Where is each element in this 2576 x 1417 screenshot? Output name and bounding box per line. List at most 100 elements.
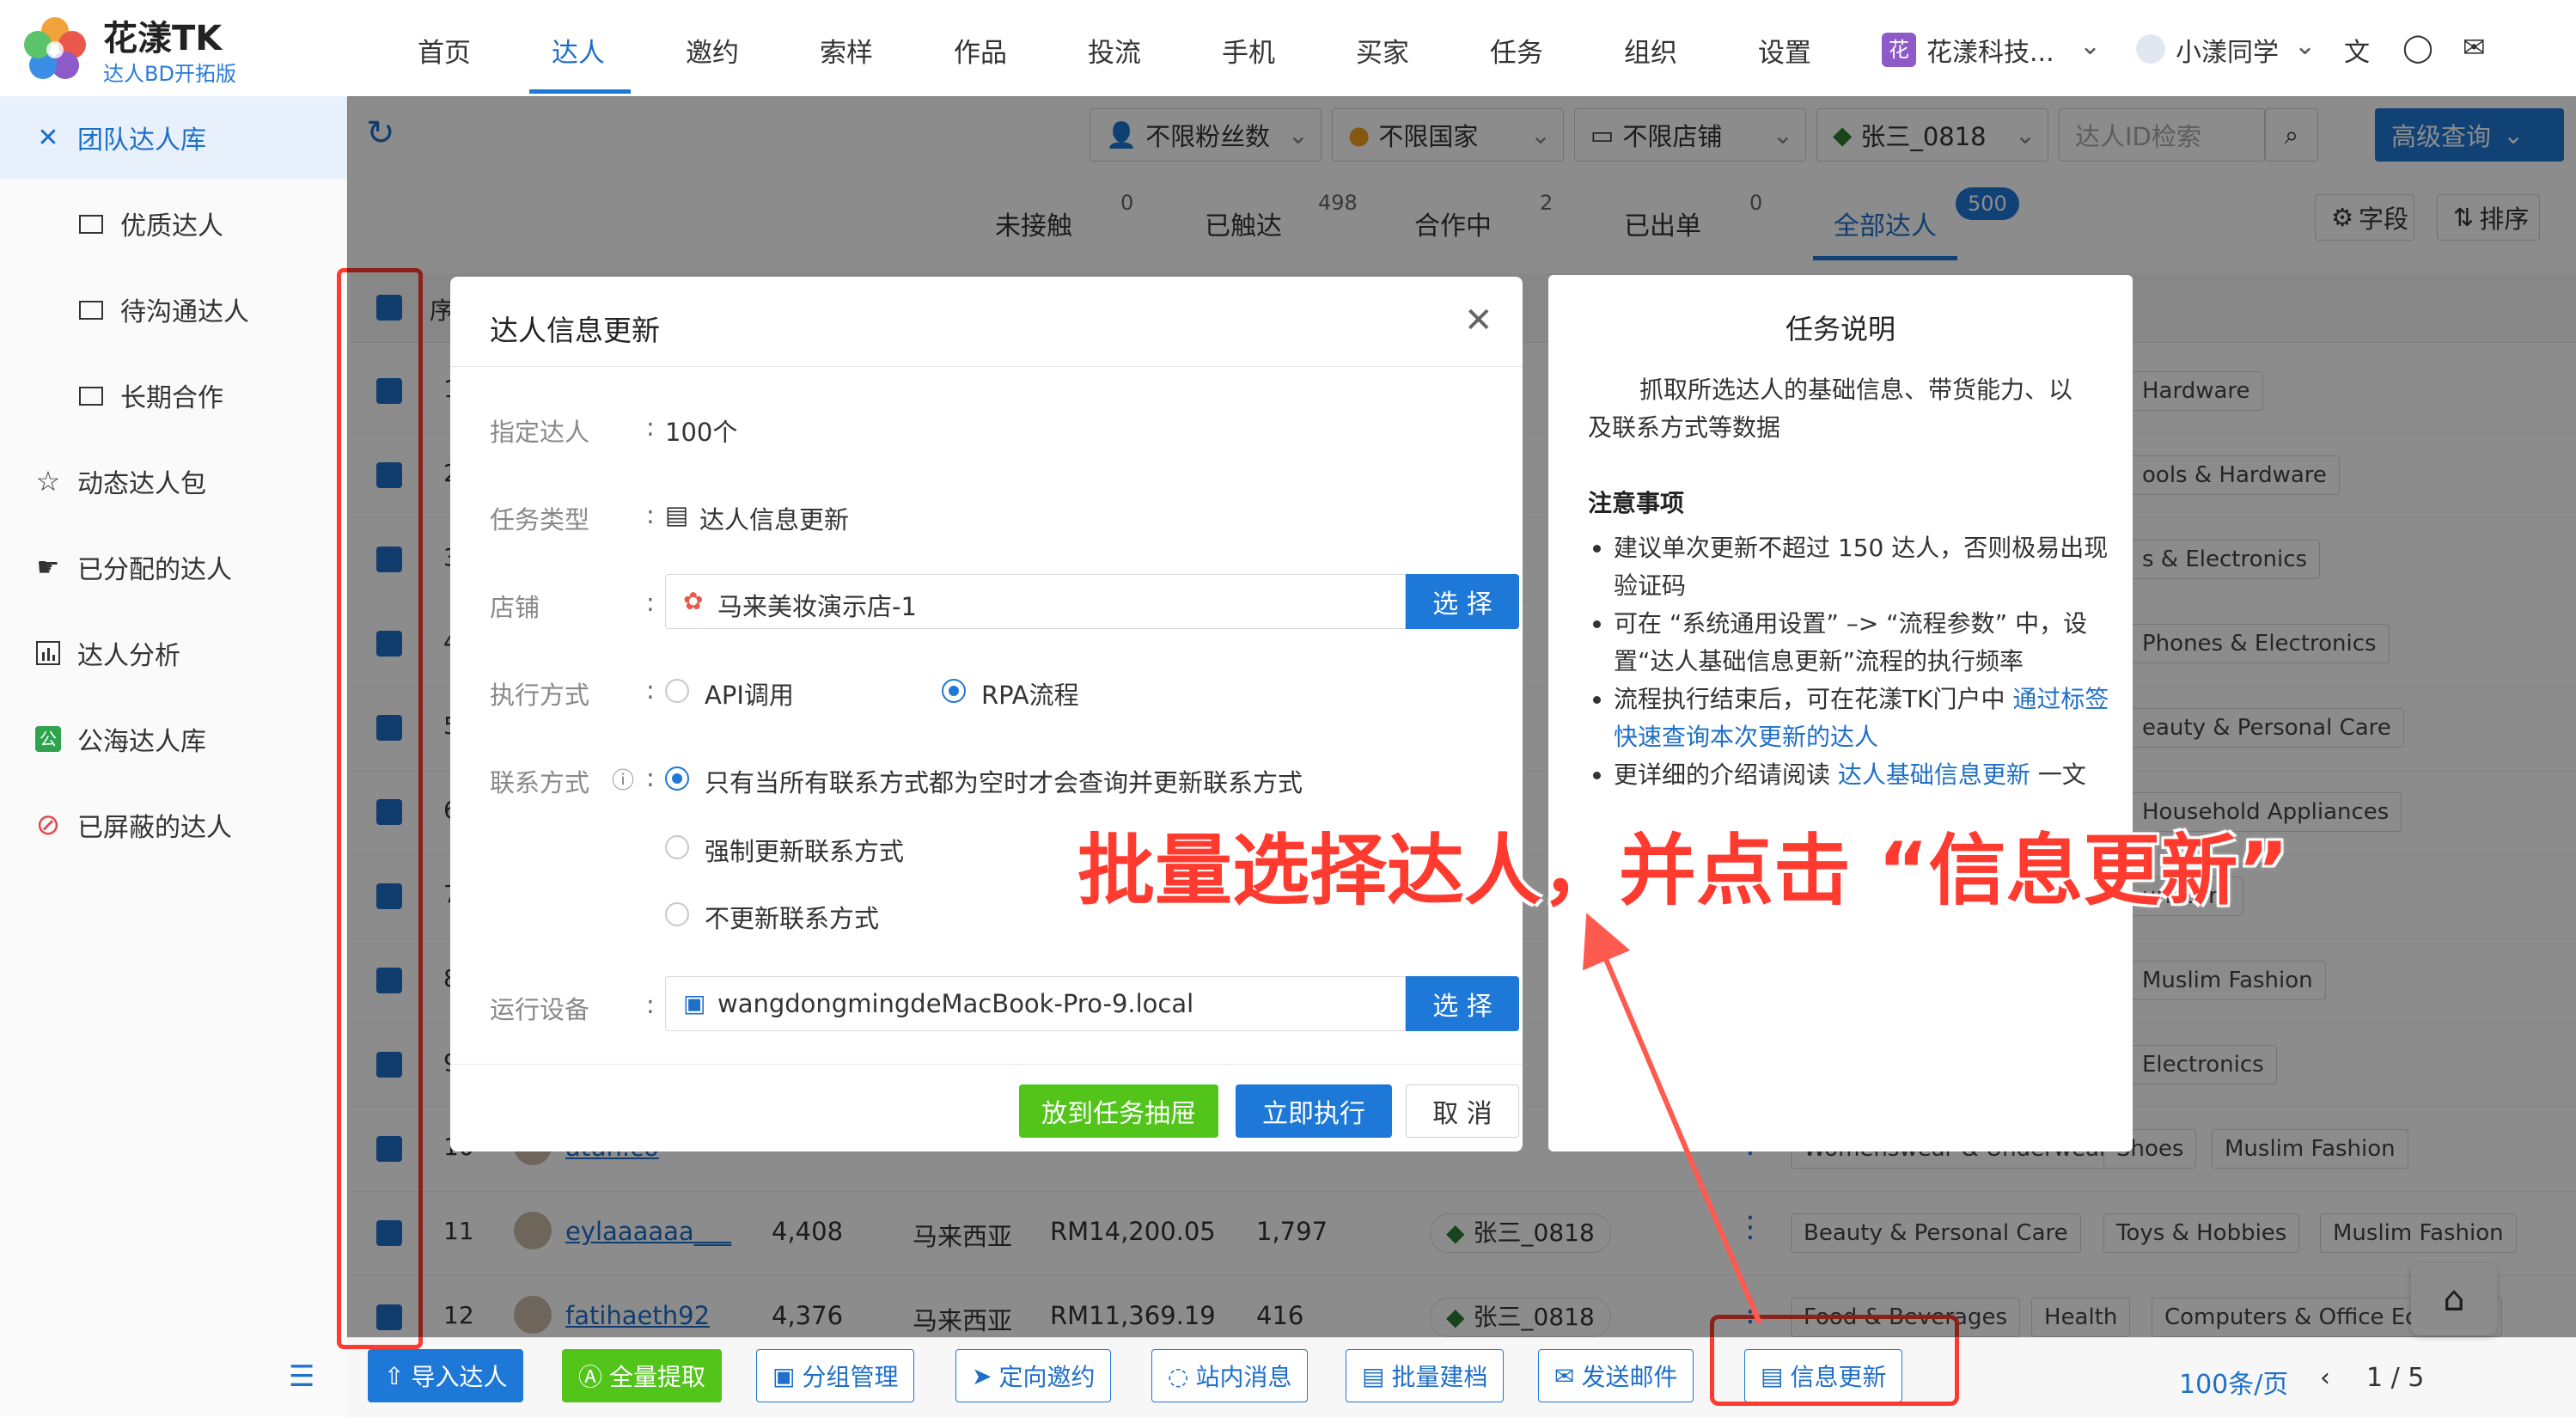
exec-rpa-label: RPA流程 [981,681,1079,710]
contact-opt2-radio[interactable] [665,835,689,859]
email-icon: ✉ [1554,1361,1575,1390]
exec-rpa-radio[interactable] [942,679,966,703]
site-message-button[interactable]: ◌ 站内消息 [1151,1349,1309,1402]
nav-task[interactable]: 任务 [1490,31,1543,70]
avatar [2136,34,2165,64]
sidebar-item-longterm[interactable]: 长期合作 [0,354,347,437]
note-item: 流程执行结束后，可在花漾TK门户中 通过标签快速查询本次更新的达人 [1614,681,2121,756]
chart-icon [31,636,65,670]
cancel-button[interactable]: 取 消 [1406,1084,1519,1138]
sidebar-item-assigned[interactable]: ☛ 已分配的达人 [0,526,347,608]
sidebar-item-label: 优质达人 [120,211,223,241]
brand-subtitle: 达人BD开拓版 [103,62,236,86]
nav-ads[interactable]: 投流 [1088,31,1141,70]
task-type-value: 达人信息更新 [699,505,850,534]
batch-profile-button[interactable]: ▤ 批量建档 [1346,1349,1505,1402]
user-menu[interactable]: 小漾同学 [2176,31,2279,69]
sidebar-item-public[interactable]: 公 公海达人库 [0,698,347,780]
device-value: wangdongmingdeMacBook-Pro-9.local [717,989,1194,1018]
sidebar-item-label: 待沟通达人 [120,297,249,327]
ai-icon: Ⓐ [578,1363,603,1391]
nav-invite[interactable]: 邀约 [686,31,739,70]
nav-phone[interactable]: 手机 [1222,31,1275,70]
exec-api-label: API调用 [705,681,794,710]
sidebar-item-label: 长期合作 [120,383,223,413]
exec-mode-label: 执行方式 [490,681,590,710]
sidebar: ✕ 团队达人库 优质达人 待沟通达人 长期合作 ☆ 动态达人包 ☛ 已分配的达人… [0,96,348,1416]
company-switcher[interactable]: 花漾科技... [1926,31,2054,69]
sidebar-item-label: 公海达人库 [77,727,206,757]
nav-works[interactable]: 作品 [954,31,1007,70]
nav-org[interactable]: 组织 [1624,31,1677,70]
notes-title: 注意事项 [1588,489,1685,517]
nav-home[interactable]: 首页 [418,31,471,70]
notes-list: 建议单次更新不超过 150 达人，否则极易出现验证码 可在 “系统通用设置” –… [1588,529,2121,794]
nav-buyer[interactable]: 买家 [1356,31,1409,70]
annotation-callout: 批量选择达人，并点击 “信息更新” [1077,826,2289,916]
target-value: 100个 [665,418,738,447]
group-icon: ▣ [772,1361,796,1390]
info-update-dialog: 达人信息更新 ✕ 指定达人 : 100个 任务类型 : ▤ 达人信息更新 店铺 … [450,277,1523,1151]
sidebar-item-team-library[interactable]: ✕ 团队达人库 [0,96,347,179]
group-manage-button[interactable]: ▣ 分组管理 [756,1349,915,1402]
sidebar-item-quality[interactable]: 优质达人 [0,182,347,265]
shop-value: 马来美妆演示店-1 [717,592,917,621]
profile-icon: ▤ [1362,1361,1385,1390]
sidebar-item-label: 已屏蔽的达人 [77,813,232,843]
brand-logo-icon [24,17,86,79]
folder-icon [74,206,108,241]
nav-talent[interactable]: 达人 [552,31,605,70]
nav-sample[interactable]: 索样 [820,31,873,70]
contact-opt3-radio[interactable] [665,902,689,926]
note-item: 可在 “系统通用设置” –> “流程参数” 中，设置“达人基础信息更新”流程的执… [1614,605,2121,681]
run-now-button[interactable]: 立即执行 [1236,1084,1392,1138]
colon: : [646,412,655,442]
sidebar-item-dynamic[interactable]: ☆ 动态达人包 [0,440,347,522]
translate-icon[interactable]: 文 [2344,31,2370,69]
list-icon: ▤ [665,500,689,529]
chevron-down-icon[interactable]: ⌄ [2079,31,2101,61]
sidebar-item-pending[interactable]: 待沟通达人 [0,268,347,351]
contact-opt1-radio[interactable] [665,767,689,791]
close-icon[interactable]: ✕ [1464,301,1493,340]
nav-settings[interactable]: 设置 [1758,31,1811,70]
targeted-invite-button[interactable]: ➤ 定向邀约 [955,1349,1112,1402]
send-email-button[interactable]: ✉ 发送邮件 [1538,1349,1694,1402]
divider [450,366,1523,367]
contact-opt3-label: 不更新联系方式 [705,904,880,933]
company-icon: 花 [1882,33,1916,67]
sidebar-item-label: 动态达人包 [77,469,206,499]
device-field[interactable]: ▣ wangdongmingdeMacBook-Pro-9.local [665,976,1406,1031]
contact-opt1-label: 只有当所有联系方式都为空时才会查询并更新联系方式 [705,768,1303,797]
brand-title: 花漾TK [103,19,223,58]
colon: : [646,588,655,617]
page-size-select[interactable]: 100条/页 [2179,1363,2288,1401]
folder-icon [74,292,108,327]
shop-logo-icon: ✿ [683,587,704,615]
sidebar-item-blocked[interactable]: ⊘ 已屏蔽的达人 [0,784,347,866]
chevron-down-icon[interactable]: ⌄ [2294,31,2316,61]
chat-icon[interactable]: ◯ [2402,31,2433,64]
exec-api-radio[interactable] [665,679,689,703]
colon: : [646,990,655,1019]
prev-page-icon[interactable]: ‹ [2320,1363,2330,1393]
upload-icon: ⇧ [384,1361,405,1390]
help-icon[interactable]: ⓘ [612,763,634,795]
task-panel-title: 任务说明 [1785,313,1895,345]
doc-link[interactable]: 达人基础信息更新 [1838,760,2030,789]
assign-icon: ☛ [36,552,60,583]
sidebar-item-label: 达人分析 [77,641,180,671]
message-icon: ◌ [1168,1361,1189,1390]
shop-field[interactable]: ✿ 马来美妆演示店-1 [665,574,1406,629]
sidebar-item-analysis[interactable]: 达人分析 [0,612,347,694]
menu-icon[interactable]: ☰ [289,1359,314,1394]
import-talent-button[interactable]: ⇧ 导入达人 [368,1349,524,1402]
device-select-button[interactable]: 选 择 [1406,976,1519,1031]
folder-icon [74,378,108,412]
shop-select-button[interactable]: 选 择 [1406,574,1519,629]
mail-icon[interactable]: ✉ [2463,31,2486,64]
extract-all-button[interactable]: Ⓐ 全量提取 [562,1349,723,1402]
computer-icon: ▣ [683,989,706,1017]
add-to-drawer-button[interactable]: 放到任务抽屉 [1019,1084,1218,1138]
public-icon: 公 [31,722,65,756]
